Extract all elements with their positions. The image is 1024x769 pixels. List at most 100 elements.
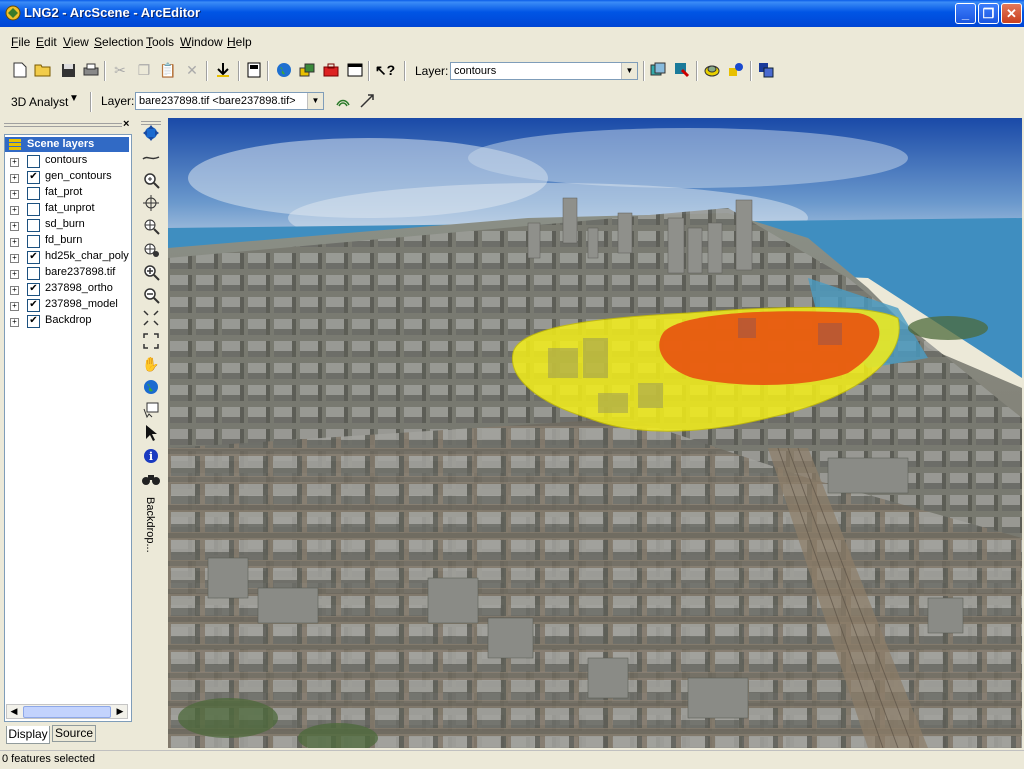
new-icon[interactable] bbox=[10, 60, 30, 80]
tab-source[interactable]: Source bbox=[52, 725, 96, 742]
surface-icon[interactable] bbox=[726, 60, 746, 80]
expand-icon[interactable]: + bbox=[10, 174, 19, 183]
open-icon[interactable] bbox=[33, 60, 53, 80]
layer-properties-icon[interactable] bbox=[648, 60, 668, 80]
layer-visibility-checkbox[interactable] bbox=[27, 155, 40, 168]
expand-icon[interactable]: + bbox=[10, 270, 19, 279]
fly-icon[interactable] bbox=[141, 147, 161, 167]
chevron-down-icon[interactable]: ▼ bbox=[621, 63, 637, 79]
layer-visibility-checkbox[interactable] bbox=[27, 267, 40, 280]
layer-stack-icon[interactable] bbox=[756, 60, 776, 80]
layer-visibility-checkbox[interactable]: ✔ bbox=[27, 171, 40, 184]
menu-edit[interactable]: Edit bbox=[36, 35, 57, 49]
layer-row[interactable]: + fd_burn bbox=[10, 234, 130, 250]
command-line-icon[interactable] bbox=[345, 60, 365, 80]
tab-display[interactable]: Display bbox=[6, 726, 50, 744]
scene-layers-header[interactable]: Scene layers bbox=[5, 137, 129, 152]
minimize-button[interactable]: _ bbox=[955, 3, 976, 24]
zoom-in-icon[interactable] bbox=[141, 262, 161, 282]
delete-icon[interactable]: ✕ bbox=[182, 60, 202, 80]
layer-row[interactable]: + contours bbox=[10, 154, 130, 170]
toc-close-icon[interactable]: × bbox=[123, 118, 129, 130]
steepest-path-icon[interactable] bbox=[357, 91, 377, 111]
layer-visibility-checkbox[interactable]: ✔ bbox=[27, 251, 40, 264]
zoom-in-out-icon[interactable] bbox=[141, 170, 161, 190]
expand-icon[interactable]: + bbox=[10, 158, 19, 167]
set-observer-icon[interactable] bbox=[141, 239, 161, 259]
menu-file[interactable]: File bbox=[11, 35, 30, 49]
menu-selection[interactable]: Selection bbox=[94, 35, 143, 49]
expand-icon[interactable]: + bbox=[10, 254, 19, 263]
zoom-to-layer-icon[interactable] bbox=[141, 331, 161, 351]
layer-row[interactable]: + ✔ 237898_ortho bbox=[10, 282, 130, 298]
expand-icon[interactable]: + bbox=[10, 302, 19, 311]
full-extent-icon[interactable] bbox=[141, 308, 161, 328]
extrude-icon[interactable] bbox=[702, 60, 722, 80]
scene-properties-icon[interactable] bbox=[297, 60, 317, 80]
find-binoculars-icon[interactable] bbox=[141, 469, 161, 489]
expand-icon[interactable]: + bbox=[10, 286, 19, 295]
edit-layer-icon[interactable] bbox=[672, 60, 692, 80]
layer-visibility-checkbox[interactable] bbox=[27, 219, 40, 232]
arctoolbox-icon[interactable] bbox=[244, 60, 264, 80]
backdrop-tool[interactable]: Backdrop... bbox=[144, 497, 158, 563]
contour-tool-icon[interactable] bbox=[333, 91, 353, 111]
layer-row[interactable]: + ✔ 237898_model bbox=[10, 298, 130, 314]
navigate-icon[interactable] bbox=[141, 123, 161, 143]
menu-view[interactable]: View bbox=[63, 35, 89, 49]
add-data-icon[interactable] bbox=[213, 60, 233, 80]
layer-row[interactable]: + sd_burn bbox=[10, 218, 130, 234]
menu-help[interactable]: Help bbox=[227, 35, 252, 49]
scroll-left-icon[interactable]: ◀ bbox=[7, 705, 21, 718]
layer-row[interactable]: + bare237898.tif bbox=[10, 266, 130, 282]
toc-grip[interactable] bbox=[4, 121, 134, 131]
layer-row[interactable]: + fat_unprot bbox=[10, 202, 130, 218]
globe-navigate-icon[interactable] bbox=[141, 377, 161, 397]
layer-row[interactable]: + ✔ gen_contours bbox=[10, 170, 130, 186]
scene-view[interactable] bbox=[168, 118, 1022, 748]
layer-row[interactable]: + fat_prot bbox=[10, 186, 130, 202]
copy-icon[interactable]: ❐ bbox=[134, 60, 154, 80]
layer-visibility-checkbox[interactable] bbox=[27, 187, 40, 200]
layer-name: fat_prot bbox=[45, 186, 83, 198]
layer-visibility-checkbox[interactable] bbox=[27, 203, 40, 216]
layer-visibility-checkbox[interactable]: ✔ bbox=[27, 299, 40, 312]
expand-icon[interactable]: + bbox=[10, 222, 19, 231]
menu-window[interactable]: Window bbox=[180, 35, 223, 49]
layer-dropdown[interactable]: contours ▼ bbox=[450, 62, 638, 80]
chevron-down-icon[interactable]: ▼ bbox=[69, 93, 79, 104]
identify-icon[interactable]: i bbox=[141, 446, 161, 466]
print-icon[interactable] bbox=[81, 60, 101, 80]
3d-analyst-menu[interactable]: 3D Analyst bbox=[11, 95, 68, 109]
expand-icon[interactable]: + bbox=[10, 206, 19, 215]
layer-row[interactable]: + ✔ Backdrop bbox=[10, 314, 130, 330]
center-target-icon[interactable] bbox=[141, 193, 161, 213]
zoom-to-target-icon[interactable] bbox=[141, 216, 161, 236]
layer-visibility-checkbox[interactable]: ✔ bbox=[27, 283, 40, 296]
save-icon[interactable] bbox=[58, 60, 78, 80]
scroll-right-icon[interactable]: ▶ bbox=[113, 705, 127, 718]
zoom-out-icon[interactable] bbox=[141, 285, 161, 305]
paste-icon[interactable]: 📋 bbox=[158, 60, 178, 80]
title-bar: LNG2 - ArcScene - ArcEditor _ ❐ ✕ bbox=[0, 0, 1024, 27]
menu-tools[interactable]: Tools bbox=[146, 35, 174, 49]
globe-icon[interactable] bbox=[274, 60, 294, 80]
cut-icon[interactable]: ✂ bbox=[110, 60, 130, 80]
chevron-down-icon[interactable]: ▼ bbox=[307, 93, 323, 109]
pan-icon[interactable]: ✋ bbox=[141, 354, 161, 374]
layer-row[interactable]: + ✔ hd25k_char_poly bbox=[10, 250, 130, 266]
expand-icon[interactable]: + bbox=[10, 190, 19, 199]
toolbox-icon[interactable] bbox=[321, 60, 341, 80]
select-zoom-icon[interactable] bbox=[141, 400, 161, 420]
scroll-thumb[interactable] bbox=[23, 706, 111, 718]
analyst-layer-dropdown[interactable]: bare237898.tif <bare237898.tif> ▼ bbox=[135, 92, 324, 110]
toc-scrollbar[interactable]: ◀ ▶ bbox=[6, 704, 128, 719]
layer-visibility-checkbox[interactable] bbox=[27, 235, 40, 248]
layer-visibility-checkbox[interactable]: ✔ bbox=[27, 315, 40, 328]
close-button[interactable]: ✕ bbox=[1001, 3, 1022, 24]
select-features-icon[interactable] bbox=[141, 423, 161, 443]
expand-icon[interactable]: + bbox=[10, 238, 19, 247]
expand-icon[interactable]: + bbox=[10, 318, 19, 327]
maximize-button[interactable]: ❐ bbox=[978, 3, 999, 24]
whats-this-icon[interactable]: ↖? bbox=[375, 60, 395, 80]
